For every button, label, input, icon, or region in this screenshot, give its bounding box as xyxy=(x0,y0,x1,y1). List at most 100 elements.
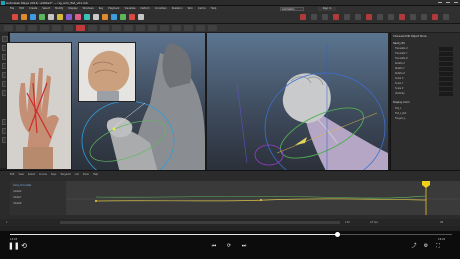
graph-menu-item[interactable]: List xyxy=(75,173,79,176)
current-frame[interactable]: 96 xyxy=(440,221,443,224)
status-line-icon[interactable] xyxy=(344,14,350,20)
shelf-button-icon[interactable] xyxy=(40,25,49,31)
status-line-icon[interactable] xyxy=(399,14,405,20)
shelf-button-icon[interactable] xyxy=(64,25,73,31)
channel-row[interactable]: Rotate Y xyxy=(395,67,457,71)
shelf-button-icon[interactable] xyxy=(124,25,133,31)
graph-menu-item[interactable]: Keys xyxy=(51,173,56,176)
channel-value-field[interactable] xyxy=(439,57,453,61)
channel-value-field[interactable] xyxy=(439,62,453,66)
shelf-button-icon[interactable] xyxy=(4,25,13,31)
shelf-tool-icon[interactable] xyxy=(66,14,72,20)
channel-row[interactable]: Translate Z xyxy=(395,57,457,61)
shelf-button-icon[interactable] xyxy=(160,25,169,31)
channel-value-field[interactable] xyxy=(439,72,453,76)
shelf-button-icon[interactable] xyxy=(172,25,181,31)
channel-row[interactable]: Visibility xyxy=(395,92,457,96)
shelf-button-icon[interactable] xyxy=(16,25,25,31)
outliner-item[interactable]: rotateY xyxy=(13,196,21,199)
status-line-icon[interactable] xyxy=(377,14,383,20)
shelf-button-icon[interactable] xyxy=(88,25,97,31)
status-line-icon[interactable] xyxy=(366,14,372,20)
status-line-icon[interactable] xyxy=(322,14,328,20)
shelf-tool-icon[interactable] xyxy=(138,14,144,20)
status-line-icon[interactable] xyxy=(300,14,306,20)
video-progress-knob[interactable] xyxy=(335,232,340,237)
channel-row[interactable]: Scale Z xyxy=(395,87,457,91)
shelf-tool-icon[interactable] xyxy=(30,14,36,20)
shelf-button-icon[interactable] xyxy=(136,25,145,31)
status-line-icon[interactable] xyxy=(410,14,416,20)
close-icon[interactable] xyxy=(454,1,458,5)
fullscreen-icon[interactable]: ⛶ xyxy=(434,242,442,250)
status-line-icon[interactable] xyxy=(421,14,427,20)
graph-editor[interactable] xyxy=(66,181,460,215)
previous-icon[interactable]: ⏮ xyxy=(210,242,218,250)
skip-back-icon[interactable]: ⟲ xyxy=(20,242,28,250)
shelf-button-icon[interactable] xyxy=(100,25,109,31)
status-line-icon[interactable] xyxy=(432,14,438,20)
channel-row[interactable]: Translate Y xyxy=(395,52,457,56)
shelf-button-icon[interactable] xyxy=(76,25,85,31)
maximize-icon[interactable] xyxy=(446,1,450,5)
graph-menu-item[interactable]: View xyxy=(18,173,23,176)
shelf-button-icon[interactable] xyxy=(52,25,61,31)
signin-button[interactable]: Sign In xyxy=(318,7,336,11)
channel-value-field[interactable] xyxy=(439,92,453,96)
shelf-tool-icon[interactable] xyxy=(57,14,63,20)
viewport-right[interactable] xyxy=(207,33,388,173)
mode-selector[interactable]: Animation xyxy=(280,7,304,11)
shelf-button-icon[interactable] xyxy=(208,25,217,31)
channel-value-field[interactable] xyxy=(439,77,453,81)
channel-row[interactable]: Rotate X xyxy=(395,62,457,66)
channel-value-field[interactable] xyxy=(439,52,453,56)
status-line-icon[interactable] xyxy=(388,14,394,20)
channel-value-field[interactable] xyxy=(439,67,453,71)
shelf-tool-icon[interactable] xyxy=(48,14,54,20)
channel-value-field[interactable] xyxy=(439,87,453,91)
graph-menu-item[interactable]: Tangents xyxy=(60,173,70,176)
outliner-item[interactable]: rotateZ xyxy=(13,202,22,205)
channel-row[interactable]: Scale Y xyxy=(395,82,457,86)
layer-row[interactable]: Fingers_L xyxy=(395,117,457,121)
channel-row[interactable]: Rotate Z xyxy=(395,72,457,76)
range-bar[interactable] xyxy=(60,221,340,224)
shelf-button-icon[interactable] xyxy=(112,25,121,31)
graph-menu-item[interactable]: Show xyxy=(83,173,89,176)
graph-menu-item[interactable]: Edit xyxy=(10,173,14,176)
channel-value-field[interactable] xyxy=(439,47,453,51)
shelf-tool-icon[interactable] xyxy=(21,14,27,20)
channel-row[interactable]: Translate X xyxy=(395,47,457,51)
settings-icon[interactable]: ⚙ xyxy=(422,242,430,250)
range-slider[interactable]: 1 120 24 fps 96 xyxy=(0,219,460,226)
play-pause-icon[interactable]: ❚❚ xyxy=(8,242,20,250)
outliner-item[interactable]: rotateX xyxy=(13,190,22,193)
replay-icon[interactable]: ⟳ xyxy=(225,242,233,250)
status-line-icon[interactable] xyxy=(355,14,361,20)
shelf-button-icon[interactable] xyxy=(196,25,205,31)
shelf-tool-icon[interactable] xyxy=(93,14,99,20)
share-icon[interactable]: ⤴ xyxy=(410,242,418,250)
shelf-tool-icon[interactable] xyxy=(39,14,45,20)
layer-row[interactable]: Fist_L xyxy=(395,107,457,111)
shelf-button-icon[interactable] xyxy=(184,25,193,31)
minimize-icon[interactable] xyxy=(438,1,442,5)
graph-menu-item[interactable]: Select xyxy=(28,173,35,176)
shelf-tool-icon[interactable] xyxy=(102,14,108,20)
status-line-icon[interactable] xyxy=(443,14,449,20)
channel-value-field[interactable] xyxy=(439,82,453,86)
outliner-item[interactable]: hand_ctrl.rotate xyxy=(13,184,31,187)
shelf-tool-icon[interactable] xyxy=(75,14,81,20)
channel-row[interactable]: Scale X xyxy=(395,77,457,81)
shelf-button-icon[interactable] xyxy=(148,25,157,31)
status-line-icon[interactable] xyxy=(311,14,317,20)
shelf-button-icon[interactable] xyxy=(28,25,37,31)
shelf-tool-icon[interactable] xyxy=(111,14,117,20)
layer-row[interactable]: Fist_L_Rot xyxy=(395,112,457,116)
next-icon[interactable]: ⏭ xyxy=(240,242,248,250)
shelf-tool-icon[interactable] xyxy=(12,14,18,20)
shelf-tool-icon[interactable] xyxy=(84,14,90,20)
graph-menu-item[interactable]: Curves xyxy=(39,173,47,176)
graph-menu-item[interactable]: Help xyxy=(93,173,98,176)
status-line-icon[interactable] xyxy=(333,14,339,20)
